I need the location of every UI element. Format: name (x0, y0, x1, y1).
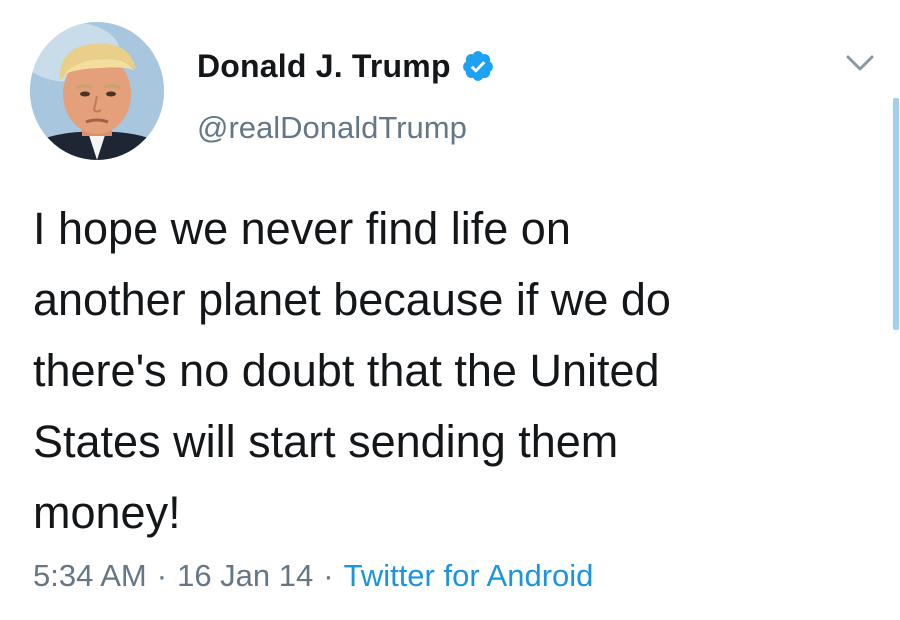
tweet-text-line: money! (33, 487, 181, 538)
scroll-indicator (893, 98, 899, 330)
tweet-date[interactable]: 16 Jan 14 (177, 558, 313, 594)
tweet-metadata: 5:34 AM · 16 Jan 14 · Twitter for Androi… (33, 558, 593, 594)
chevron-down-icon[interactable] (838, 48, 882, 78)
author-name-row: Donald J. Trump (197, 44, 495, 88)
author-display-name[interactable]: Donald J. Trump (197, 48, 451, 85)
profile-avatar[interactable] (30, 22, 164, 160)
avatar-image (30, 22, 164, 160)
tweet-text-line: another planet because if we do (33, 274, 671, 325)
tweet-text: I hope we never find life on another pla… (33, 193, 853, 548)
tweet-card: Donald J. Trump @realDonaldTrump I hope … (0, 0, 900, 620)
tweet-text-line: I hope we never find life on (33, 203, 571, 254)
author-handle[interactable]: @realDonaldTrump (197, 110, 467, 146)
tweet-source-link[interactable]: Twitter for Android (344, 558, 594, 594)
meta-separator: · (323, 558, 334, 593)
tweet-time[interactable]: 5:34 AM (33, 558, 147, 594)
verified-badge-icon (461, 49, 495, 83)
tweet-text-line: there's no doubt that the United (33, 345, 660, 396)
meta-separator: · (156, 558, 168, 593)
tweet-text-line: States will start sending them (33, 416, 619, 467)
